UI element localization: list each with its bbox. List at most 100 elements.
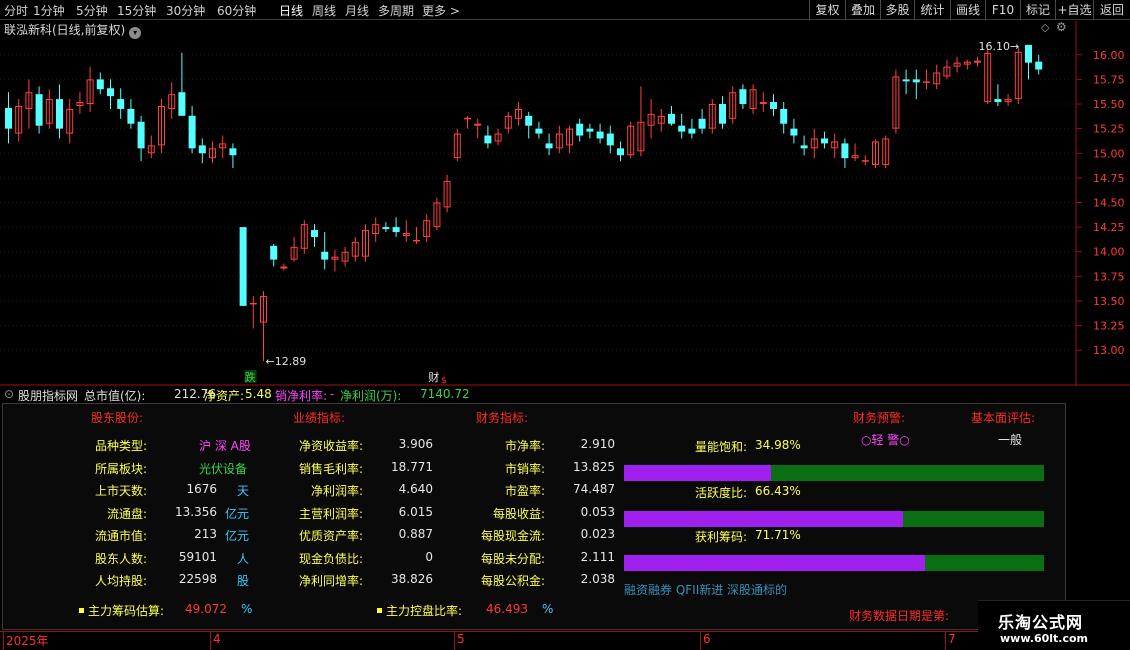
y-tick-label: 14.50 — [1093, 197, 1125, 210]
y-tick-label: 13.00 — [1093, 344, 1125, 357]
y-tick-label: 16.00 — [1093, 49, 1125, 62]
y-tick-label: 13.50 — [1093, 295, 1125, 308]
candle-body — [606, 133, 614, 146]
holders-label: 品种类型: — [94, 439, 147, 453]
indicator-name[interactable]: 股朋指标网 — [18, 387, 78, 404]
finance-value: 2.038 — [580, 572, 615, 586]
period-tab-5[interactable]: 60分钟 — [217, 2, 256, 19]
gauge-bar — [624, 511, 1044, 527]
holders-label: 股东人数: — [94, 551, 147, 566]
main-chip-label: 主力筹码估算: — [79, 602, 164, 619]
holders-value: 213 — [194, 527, 217, 541]
period-tab-6[interactable]: 日线 — [279, 2, 303, 19]
y-tick-label: 14.75 — [1093, 172, 1125, 185]
holders-unit: 亿元 — [225, 529, 250, 543]
main-chip-value: 49.072 — [185, 602, 227, 616]
candle-body — [586, 128, 594, 132]
candle-body — [382, 227, 390, 230]
candle-body — [912, 79, 920, 83]
candle-body — [56, 99, 63, 129]
period-tab-1[interactable]: 1分钟 — [33, 2, 65, 19]
toolbar-button-3[interactable]: 统计 — [914, 0, 950, 20]
holders-unit: 天 — [237, 484, 250, 498]
period-tab-4[interactable]: 30分钟 — [166, 2, 205, 19]
candle-body — [117, 99, 125, 109]
toolbar-button-0[interactable]: 复权 — [809, 0, 845, 20]
finance-label: 每股公积金: — [480, 574, 545, 588]
finance-label: 每股未分配: — [480, 551, 545, 566]
candle-body — [668, 113, 675, 124]
main-chip-unit: % — [241, 602, 253, 616]
toolbar-button-4[interactable]: 画线 — [950, 0, 985, 20]
toolbar-button-7[interactable]: +自选 — [1055, 0, 1093, 20]
gauge-label: 获利筹码: — [694, 530, 747, 544]
y-tick-label: 14.00 — [1093, 246, 1125, 259]
net-profit-value: 7140.72 — [420, 387, 470, 401]
date-label: 4 — [213, 632, 221, 646]
period-tab-10[interactable]: 更多 > — [422, 2, 460, 19]
candle-body — [127, 108, 135, 124]
period-tab-2[interactable]: 5分钟 — [76, 2, 108, 19]
y-tick-label: 15.00 — [1093, 147, 1125, 160]
finance-value: 74.487 — [573, 482, 615, 496]
candle-body — [280, 266, 288, 269]
fundamental-value: 一般 — [998, 433, 1023, 447]
collapse-icon[interactable]: ⊙ — [4, 387, 14, 401]
toolbar-button-6[interactable]: 标记 — [1020, 0, 1055, 20]
period-tab-8[interactable]: 月线 — [345, 2, 369, 19]
candle-body — [535, 128, 543, 134]
holders-unit: 人 — [237, 551, 250, 566]
finance-label: 每股收益: — [492, 506, 545, 521]
toolbar-button-2[interactable]: 多股 — [880, 0, 914, 20]
performance-label: 净利润率: — [310, 484, 363, 498]
candle-body — [841, 143, 849, 159]
date-label: 7 — [948, 632, 956, 646]
candle-body — [678, 125, 686, 132]
net-margin-label: 销净利率: — [275, 389, 328, 403]
warning-header: 财务预警: — [853, 411, 906, 425]
marker-finance-sub: $ — [441, 376, 447, 386]
date-tick — [3, 632, 4, 650]
main-control-unit: % — [542, 602, 554, 616]
period-tab-9[interactable]: 多周期 — [378, 2, 414, 19]
toolbar-button-1[interactable]: 叠加 — [845, 0, 880, 20]
period-tab-0[interactable]: 分时 — [4, 2, 28, 19]
performance-value: 0 — [425, 549, 433, 564]
date-label: 6 — [703, 632, 711, 646]
watermark: 乐淘公式网 www.60lt.com — [978, 600, 1130, 650]
candle-body — [770, 102, 777, 109]
main-chip-label-text: 主力筹码估算: — [88, 604, 165, 618]
period-tab-7[interactable]: 周线 — [312, 2, 336, 19]
finance-value: 0.023 — [580, 527, 615, 541]
high-price-label: 16.10→ — [979, 40, 1020, 53]
toolbar-button-5[interactable]: F10 — [985, 0, 1020, 20]
warning-value: ○轻 警○ — [861, 433, 910, 447]
period-toolbar: 分时 1分钟 5分钟 15分钟 30分钟 60分钟 日线 周线 月线 多周期 更多 > 复权 叠加 多股统… — [0, 0, 1130, 20]
finance-value: 2.910 — [580, 437, 615, 451]
holders-value: 22598 — [178, 572, 217, 586]
kline-chart[interactable]: 16.00 15.75 15.50 15.25 15.00 14.75 14.50 14.25… — [0, 21, 1130, 386]
marker-down: 跌 — [245, 370, 256, 384]
fundamentals-panel: 股东股份: 业绩指标: 财务指标: 财务预警: 基本面评估: 品种类型: 沪 深 … — [2, 403, 1066, 630]
date-axis: 2025年 4 5 6 7 — [0, 631, 1130, 650]
gauge-label: 活跃度比: — [694, 486, 747, 500]
gauge-fill — [624, 465, 771, 481]
toolbar-button-8[interactable]: 返回 — [1093, 0, 1130, 20]
indicator-header: ⊙ 股朋指标网 总市值(亿): 212.76 净资产: 5.48 销净利率: -… — [0, 386, 1130, 404]
finance-label: 市销率: — [504, 461, 545, 476]
candle-body — [96, 79, 104, 90]
date-tick — [945, 632, 946, 650]
gauge-fill — [624, 555, 926, 571]
holders-label: 流通市值: — [94, 529, 147, 543]
candle-body — [107, 88, 114, 97]
candle-body — [198, 145, 206, 154]
y-tick-label: 15.50 — [1093, 98, 1125, 111]
candle-body — [800, 145, 808, 149]
gauge-label: 量能饱和: — [694, 440, 747, 454]
finance-label: 每股现金流: — [480, 529, 545, 543]
candle-body — [821, 138, 828, 144]
candle-body — [923, 81, 930, 83]
candle-body — [311, 230, 318, 237]
holders-label: 流通盘: — [106, 506, 147, 521]
period-tab-3[interactable]: 15分钟 — [117, 2, 156, 19]
